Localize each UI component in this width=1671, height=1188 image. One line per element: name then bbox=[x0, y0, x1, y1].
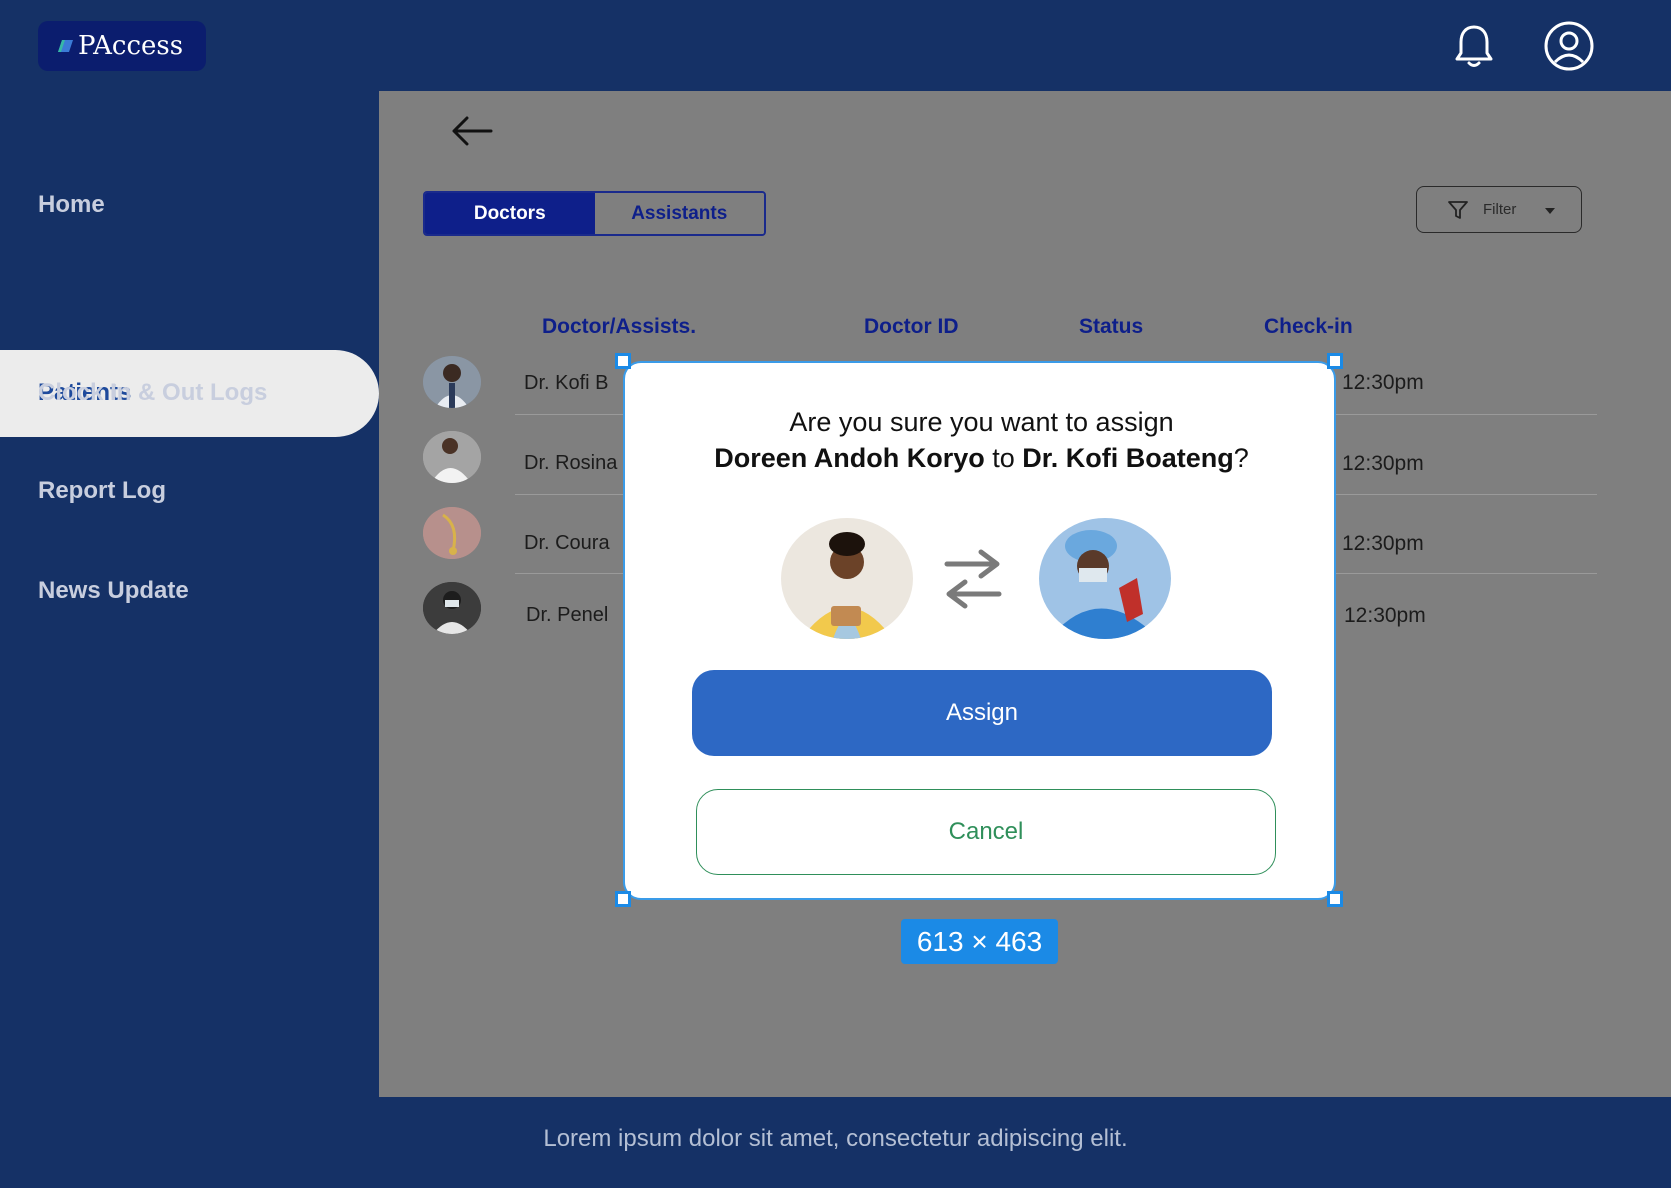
table-row-name[interactable]: Dr. Kofi B bbox=[524, 372, 608, 395]
avatar bbox=[423, 356, 481, 408]
table-row-name[interactable]: Dr. Coura bbox=[524, 532, 610, 555]
assignee-name: Doreen Andoh Koryo bbox=[714, 443, 985, 473]
filter-dropdown[interactable]: Filter bbox=[1416, 186, 1582, 233]
assign-button[interactable]: Assign bbox=[692, 670, 1272, 756]
column-header-doctor-id[interactable]: Doctor ID bbox=[864, 315, 959, 339]
footer: Lorem ipsum dolor sit amet, consectetur … bbox=[0, 1097, 1671, 1188]
modal-question: Are you sure you want to assign bbox=[789, 407, 1174, 437]
tab-assistants[interactable]: Assistants bbox=[594, 193, 764, 234]
sidebar-item-home[interactable]: Home bbox=[38, 191, 105, 219]
modal-question-detail: Doreen Andoh Koryo to Dr. Kofi Boateng? bbox=[625, 443, 1338, 474]
filter-label: Filter bbox=[1483, 201, 1517, 218]
selection-dimensions-badge: 613 × 463 bbox=[901, 919, 1058, 964]
avatar bbox=[423, 582, 481, 634]
footer-text: Lorem ipsum dolor sit amet, consectetur … bbox=[543, 1125, 1128, 1152]
doctor-photo bbox=[1039, 518, 1171, 639]
swap-arrows-icon bbox=[944, 549, 1002, 609]
column-header-name[interactable]: Doctor/Assists. bbox=[542, 315, 696, 339]
doctor-name: Dr. Kofi Boateng bbox=[1022, 443, 1234, 473]
top-bar: PAccess bbox=[0, 0, 1671, 91]
resize-handle-top-right[interactable] bbox=[1327, 353, 1343, 369]
sidebar-item-report-log[interactable]: Report Log bbox=[38, 477, 166, 505]
column-header-status[interactable]: Status bbox=[1079, 315, 1143, 339]
resize-handle-bottom-right[interactable] bbox=[1327, 891, 1343, 907]
arrow-left-icon[interactable] bbox=[449, 113, 495, 149]
app-logo[interactable]: PAccess bbox=[38, 21, 206, 71]
table-row-name[interactable]: Dr. Rosina bbox=[524, 452, 617, 475]
logo-text: PAccess bbox=[78, 31, 184, 61]
table-row-checkin: 12:30pm bbox=[1342, 532, 1424, 555]
sidebar-item-clock-logs[interactable]: Clock In & Out Logs bbox=[38, 379, 267, 407]
avatar bbox=[423, 431, 481, 483]
funnel-icon bbox=[1448, 200, 1468, 219]
connector-text: to bbox=[984, 443, 1023, 473]
sidebar-item-news-update[interactable]: News Update bbox=[38, 577, 189, 605]
chevron-down-icon bbox=[1545, 208, 1555, 214]
table-row-name[interactable]: Dr. Penel bbox=[526, 604, 608, 627]
resize-handle-top-left[interactable] bbox=[615, 353, 631, 369]
column-header-checkin[interactable]: Check-in bbox=[1264, 315, 1353, 339]
tab-doctors[interactable]: Doctors bbox=[425, 193, 595, 234]
logo-mark-icon bbox=[58, 40, 73, 52]
cancel-button[interactable]: Cancel bbox=[696, 789, 1276, 875]
user-circle-icon[interactable] bbox=[1543, 20, 1595, 72]
table-row-checkin: 12:30pm bbox=[1342, 371, 1424, 394]
avatar bbox=[423, 507, 481, 559]
tab-group: Doctors Assistants bbox=[423, 191, 766, 236]
assignee-photo bbox=[781, 518, 913, 639]
question-mark: ? bbox=[1233, 443, 1249, 473]
bell-icon[interactable] bbox=[1452, 22, 1496, 70]
resize-handle-bottom-left[interactable] bbox=[615, 891, 631, 907]
assign-confirmation-modal: Are you sure you want to assign Doreen A… bbox=[623, 361, 1336, 900]
table-row-checkin: 12:30pm bbox=[1344, 604, 1426, 627]
sidebar: Home Patients Clock In & Out Logs Report… bbox=[0, 91, 379, 1097]
table-row-checkin: 12:30pm bbox=[1342, 452, 1424, 475]
